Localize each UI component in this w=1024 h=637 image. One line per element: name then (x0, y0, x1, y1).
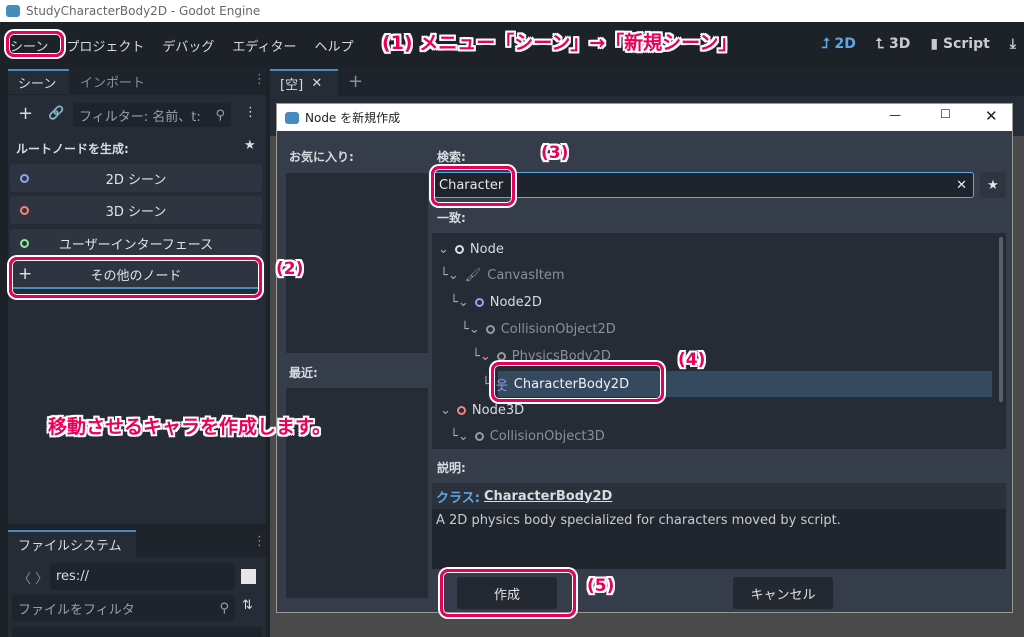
annotation-step1: (1) メニュー「シーン」→「新規シーン」 (382, 32, 738, 54)
search-icon: ⚲ (215, 107, 225, 123)
maximize-icon[interactable]: ☐ (940, 107, 951, 121)
root-node-label: ルートノードを生成: (16, 142, 129, 156)
tree-scrollbar[interactable] (999, 237, 1003, 402)
download-icon[interactable]: ⤓ (1010, 36, 1016, 52)
control-icon (20, 238, 29, 248)
highlight-characterbody2d (491, 362, 664, 402)
create-3d-scene-button[interactable]: 3D シーン (10, 196, 262, 224)
tree-item[interactable]: └⌄ 🖌 CanvasItem (440, 263, 565, 287)
tree-item[interactable]: └⌄ CollisionObject3D (450, 424, 605, 448)
tab-import[interactable]: インポート (70, 69, 155, 94)
filesystem-dock: ファイルシステム ⋮ 〈 〉 res:// ファイルをフィルタ ⚲ ⇅ (8, 530, 266, 637)
close-icon[interactable]: ✕ (985, 107, 998, 125)
add-node-icon[interactable]: + (18, 103, 33, 124)
mode-2d[interactable]: ⮥ 2D (821, 36, 856, 52)
mode-3d[interactable]: ⮤ 3D (876, 36, 911, 52)
tree-item[interactable]: └⌄ CollisionObject2D (461, 317, 616, 341)
godot-logo-icon (285, 111, 299, 124)
description-text: A 2D physics body specialized for charac… (436, 513, 841, 528)
search-label: 検索: (437, 150, 466, 164)
link-icon[interactable]: 🔗 (48, 106, 64, 121)
description-label: 説明: (437, 461, 466, 475)
create-ui-button[interactable]: ユーザーインターフェース (10, 229, 262, 257)
favorites-label: お気に入り: (289, 150, 354, 164)
class-link[interactable]: CharacterBody2D (484, 489, 612, 504)
create-2d-scene-button[interactable]: 2D シーン (10, 164, 262, 192)
annotation-note: 移動させるキャラを作成します。 (48, 416, 332, 438)
annotation-step2: (2) (276, 259, 304, 279)
annotation-step3: (3) (541, 143, 569, 163)
recent-label: 最近: (289, 366, 318, 380)
tree-item[interactable]: ⌄ Node (438, 237, 504, 261)
dock-menu-icon[interactable]: ⋮ (253, 534, 266, 549)
scene-filter-input[interactable]: フィルター: 名前、t: ⚲ (73, 103, 231, 127)
annotation-step5: (5) (587, 576, 615, 596)
cancel-button[interactable]: キャンセル (733, 577, 833, 609)
new-tab-icon[interactable]: + (348, 71, 363, 92)
description-box: クラス: CharacterBody2D A 2D physics body sp… (432, 483, 1006, 569)
node2d-icon (20, 173, 29, 183)
matches-label: 一致: (437, 211, 466, 225)
favorite-star-button[interactable]: ★ (980, 172, 1006, 198)
favorites-list[interactable] (286, 173, 428, 353)
tab-filesystem[interactable]: ファイルシステム (8, 530, 136, 557)
dialog-titlebar: Node を新規作成 — ☐ ✕ (277, 104, 1012, 131)
favorite-star-icon[interactable]: ★ (244, 138, 256, 153)
tree-item[interactable]: └⌄ Node2D (450, 290, 542, 314)
minimize-icon[interactable]: — (889, 108, 901, 122)
path-input[interactable]: res:// (50, 563, 235, 590)
sort-icon[interactable]: ⇅ (242, 598, 253, 613)
search-icon: ⚲ (219, 600, 229, 616)
main-screen-modes: ⮥ 2D ⮤ 3D ▮ Script ⤓ (821, 36, 1016, 52)
menu-editor[interactable]: エディター (232, 36, 296, 55)
node-tree: ⌄ Node └⌄ 🖌 CanvasItem └⌄ Node2D └⌄ Collision… (432, 233, 1006, 449)
window-titlebar: StudyCharacterBody2D - Godot Engine (0, 0, 1024, 22)
split-toggle-icon[interactable] (241, 569, 256, 584)
highlight-create (440, 569, 576, 617)
menu-debug[interactable]: デバッグ (162, 36, 214, 55)
menu-help[interactable]: ヘルプ (314, 36, 353, 55)
highlight-other-node (9, 257, 262, 298)
tab-scene[interactable]: シーン (8, 69, 69, 94)
back-icon[interactable]: 〈 〉 (18, 568, 48, 587)
highlight-scene-menu (6, 31, 64, 57)
close-tab-icon[interactable]: ✕ (311, 76, 322, 91)
dialog-title: Node を新規作成 (305, 111, 401, 125)
dock-menu-icon[interactable]: ⋮ (253, 72, 266, 87)
menu-project[interactable]: プロジェクト (66, 36, 144, 55)
godot-logo-icon (6, 5, 20, 17)
clear-icon[interactable]: ✕ (956, 178, 967, 193)
more-icon[interactable]: ⋮ (244, 105, 257, 120)
tab-empty-scene[interactable]: [空] ✕ (270, 69, 338, 96)
create-node-dialog: Node を新規作成 — ☐ ✕ お気に入り: 最近: 検索: Characte… (276, 103, 1013, 613)
file-filter-input[interactable]: ファイルをフィルタ ⚲ (12, 595, 235, 621)
highlight-search (431, 166, 515, 206)
window-title: StudyCharacterBody2D - Godot Engine (26, 4, 261, 18)
mode-script[interactable]: ▮ Script (930, 36, 989, 52)
node3d-icon (20, 205, 29, 215)
annotation-step4: (4) (678, 350, 706, 370)
